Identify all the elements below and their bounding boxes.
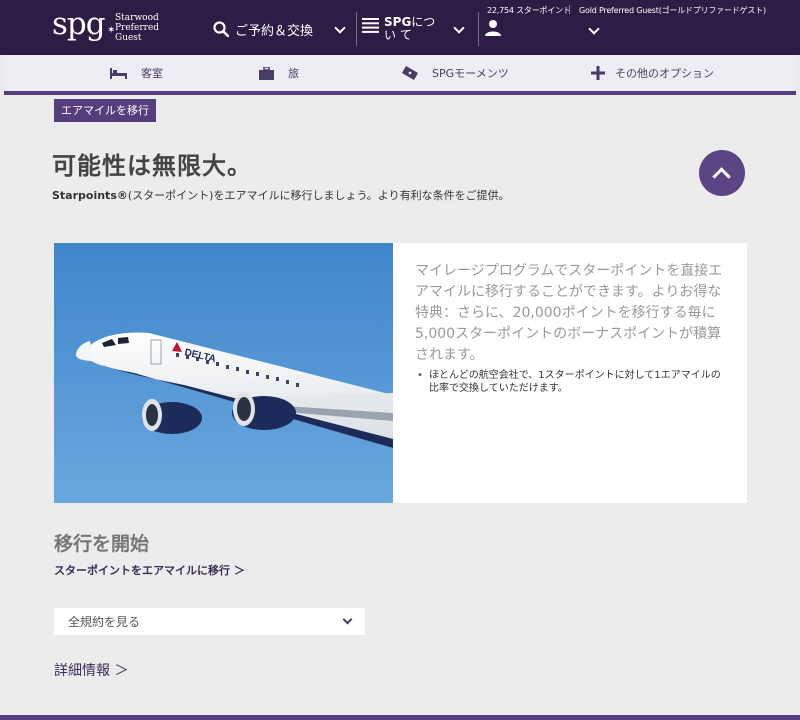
about-spg-menu[interactable]: SPGについ て [362,14,472,44]
terms-dropdown[interactable]: 全規約を見る [54,608,365,635]
starpoints-balance[interactable]: 22,754 スターポイント [487,5,571,16]
promo-description: マイレージプログラムでスターポイントを直接エアマイルに移行することができます。よ… [415,263,723,363]
reserve-menu-label: ご予約＆交換 [235,23,314,39]
account-divider [569,5,570,14]
search-icon [213,21,229,37]
starpoints-brand: Starpoints® [52,189,128,202]
reserve-and-redeem-menu[interactable]: ご予約＆交換 [213,14,353,44]
user-icon[interactable] [484,19,502,37]
header-divider [356,12,357,46]
subtitle-text: (スターポイント)をエアマイルに移行しましょう。より有利な条件をご提供。 [127,189,510,202]
about-label-bold: SPG [384,15,412,29]
logo-line-1: Starwood [115,13,159,23]
details-link[interactable]: 詳細情報 ＞ [54,660,128,680]
subnav-label-moments: SPGモーメンツ [432,67,509,80]
breadcrumb-tag[interactable]: エアマイルを移行 [54,99,156,122]
top-header: spg ✶ Starwood Preferred Guest ご予約＆交換 SP… [0,0,800,55]
plus-icon [591,66,605,80]
transfer-starpoints-link[interactable]: スターポイントをエアマイルに移行 ＞ [54,562,245,578]
subnav-label-travel: 旅 [288,67,299,80]
logo-subtitle: Starwood Preferred Guest [115,13,159,43]
chevron-down-icon [342,614,353,625]
subnav-item-travel[interactable]: 旅 [253,55,349,95]
page-subtitle: Starpoints®(スターポイント)をエアマイルに移行しましょう。より有利な… [52,187,510,203]
about-menu-label: SPGについ て [384,16,440,42]
suitcase-icon [259,66,274,80]
terms-dropdown-label: 全規約を見る [68,615,141,629]
page-title: 可能性は無限大。 [52,152,252,180]
subnav-item-moments[interactable]: SPGモーメンツ [402,55,509,91]
chevron-down-icon [334,22,346,34]
collapse-button[interactable] [699,150,745,196]
subnav-label-other-options: その他のオプション [615,67,714,80]
promo-bullet: ほとんどの航空会社で、1スターポイントに対して1エアマイルの比率で交換していただ… [417,369,727,395]
secondary-nav: 客室 旅 SPGモーメンツ その他のオプション [4,55,796,95]
menu-list-icon [362,18,379,33]
chevron-down-icon [453,22,465,34]
header-divider [478,12,479,46]
chevron-up-icon [712,167,731,186]
subnav-label-rooms: 客室 [141,67,163,80]
logo-wordmark: spg [52,6,106,42]
airplane-photo: DELTA [54,243,393,503]
section-title-start-transfer: 移行を開始 [54,533,150,555]
footer-accent-bar [0,715,800,720]
member-status[interactable]: Gold Preferred Guest(ゴールドプリファードゲスト) [579,5,766,16]
logo-line-3: Guest [115,33,142,43]
subnav-item-rooms[interactable]: 客室 [110,55,163,91]
bed-icon [110,67,127,79]
spg-logo[interactable]: spg ✶ Starwood Preferred Guest [52,6,172,50]
ticket-icon [402,66,418,80]
account-chevron-down-icon[interactable] [588,23,600,35]
promo-card: DELTA マイレージプログラムでスターポイントを直接エアマイルに移行することが… [54,243,747,503]
subnav-item-other-options[interactable]: その他のオプション [591,55,714,91]
airplane-illustration: DELTA [54,243,393,503]
logo-line-2: Preferred [115,23,160,33]
